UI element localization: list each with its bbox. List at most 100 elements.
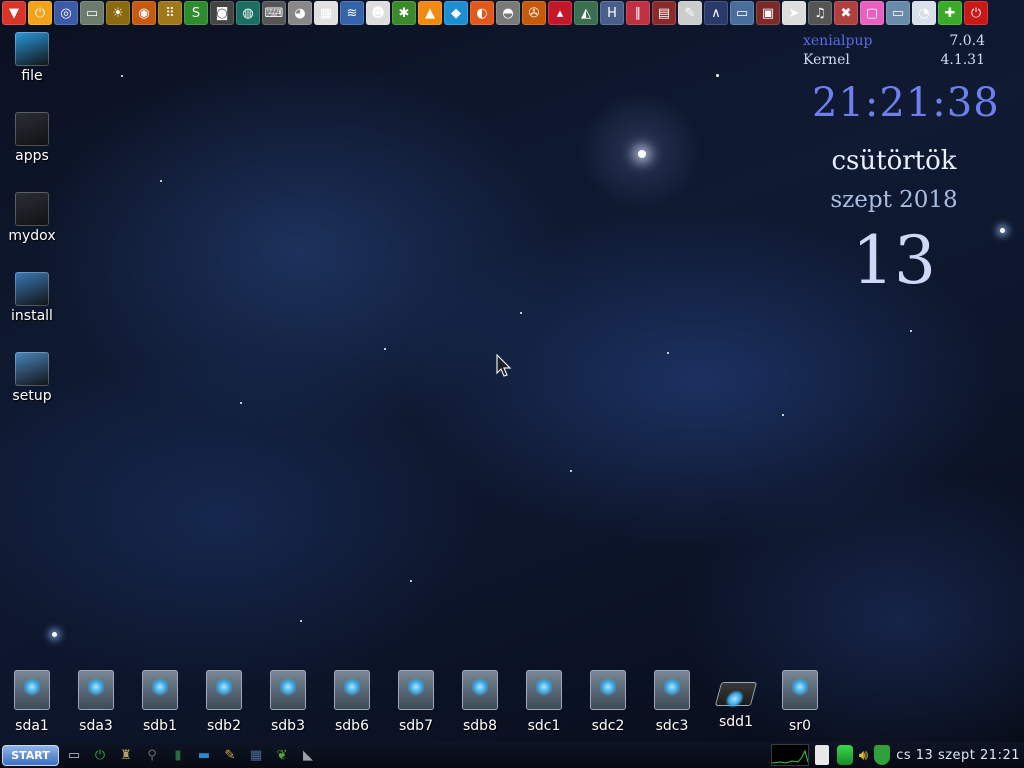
pointer-icon[interactable]: ➤ bbox=[782, 1, 806, 25]
network-wizard-icon[interactable]: ◎ bbox=[54, 1, 78, 25]
notepad-icon[interactable]: ✎ bbox=[678, 1, 702, 25]
terminal-icon[interactable]: ▮ bbox=[167, 744, 189, 766]
kodi-icon[interactable]: ◆ bbox=[444, 1, 468, 25]
start-button[interactable]: START bbox=[2, 744, 59, 766]
green-puzzle-icon[interactable]: ✚ bbox=[938, 1, 962, 25]
file-icon bbox=[15, 32, 49, 66]
cd-burner-icon[interactable]: ◉ bbox=[132, 1, 156, 25]
monitor-graph-icon[interactable]: ◭ bbox=[574, 1, 598, 25]
star bbox=[52, 632, 57, 637]
drive-sdc2[interactable]: sdc2 bbox=[577, 668, 639, 734]
leaf-icon[interactable]: ❦ bbox=[271, 744, 293, 766]
drive-icon[interactable]: ▭ bbox=[80, 1, 104, 25]
tools-hat-icon[interactable]: ♜ bbox=[115, 744, 137, 766]
monitor-icon[interactable]: ▬ bbox=[193, 744, 215, 766]
drive-label: sdc3 bbox=[655, 718, 689, 734]
h2-icon[interactable]: H bbox=[600, 1, 624, 25]
star bbox=[160, 180, 162, 182]
power-red-icon[interactable]: ⏻ bbox=[964, 1, 988, 25]
star bbox=[716, 74, 719, 77]
power-orange-icon[interactable]: ⏻ bbox=[28, 1, 52, 25]
drive-sdb2[interactable]: sdb2 bbox=[193, 668, 255, 734]
install-icon bbox=[15, 272, 49, 306]
dots-grid-icon[interactable]: ⠿ bbox=[158, 1, 182, 25]
drive-sr0[interactable]: sr0 bbox=[769, 668, 831, 734]
top-launcher-bar: ▼ ⏻ ◎ ▭ ☀ ◉ ⠿ S ◙ ◍ ⌨ ◕ ▦ ≋ ☻ ✱ ▲ ◆ ◐ ◓ ✇ ▴ ◭ H ∥ ▤ ✎ ∧ ▭ ▣ ➤ ♫ ✖ ▢ ▭ ◔ ✚ ⏻ bbox=[0, 0, 1024, 26]
drive-sdb3[interactable]: sdb3 bbox=[257, 668, 319, 734]
image-viewer-icon[interactable]: ▦ bbox=[314, 1, 338, 25]
drive-sdc1[interactable]: sdc1 bbox=[513, 668, 575, 734]
hat-icon[interactable]: ▴ bbox=[548, 1, 572, 25]
drive-status-icon[interactable] bbox=[836, 745, 853, 765]
drive-icon bbox=[782, 670, 818, 710]
drive-sda1[interactable]: sda1 bbox=[1, 668, 63, 734]
volume-icon[interactable]: 🔊︎ bbox=[859, 746, 868, 764]
show-desktop-icon[interactable]: ▭ bbox=[63, 744, 85, 766]
drive-sdb8[interactable]: sdb8 bbox=[449, 668, 511, 734]
screen-record-icon[interactable]: ▣ bbox=[756, 1, 780, 25]
pink-window-icon[interactable]: ▢ bbox=[860, 1, 884, 25]
clipboard-icon[interactable] bbox=[814, 745, 829, 765]
sysinfo-widget: xenialpup 7.0.4 Kernel 4.1.31 bbox=[803, 32, 985, 70]
drive-sdc3[interactable]: sdc3 bbox=[641, 668, 703, 734]
drive-label: sda3 bbox=[79, 718, 113, 734]
camera-icon[interactable]: ◙ bbox=[210, 1, 234, 25]
star bbox=[240, 402, 242, 404]
clock-icon[interactable]: ◔ bbox=[912, 1, 936, 25]
drive-icon bbox=[714, 682, 758, 706]
calculator-icon[interactable]: ▦ bbox=[245, 744, 267, 766]
sun-settings-icon[interactable]: ☀ bbox=[106, 1, 130, 25]
drive-label: sdb3 bbox=[271, 718, 305, 734]
puppy-tools-icon[interactable]: ✇ bbox=[522, 1, 546, 25]
file-manager-icon[interactable]: ✎ bbox=[219, 744, 241, 766]
scanner-icon[interactable]: ⌨ bbox=[262, 1, 286, 25]
drive-sdb6[interactable]: sdb6 bbox=[321, 668, 383, 734]
panda-icon[interactable]: ☻ bbox=[366, 1, 390, 25]
shutdown-arrow-icon[interactable]: ▼ bbox=[2, 1, 26, 25]
frog-icon[interactable]: ✱ bbox=[392, 1, 416, 25]
browser-pro-icon[interactable]: ◓ bbox=[496, 1, 520, 25]
star bbox=[410, 580, 412, 582]
distro-version: 7.0.4 bbox=[949, 33, 985, 49]
drive-icon bbox=[142, 670, 178, 710]
lambda-icon[interactable]: ∧ bbox=[704, 1, 728, 25]
drive-sdb7[interactable]: sdb7 bbox=[385, 668, 447, 734]
desktop-icon-apps[interactable]: apps bbox=[4, 112, 60, 164]
globe-icon[interactable]: ◍ bbox=[236, 1, 260, 25]
s-app-icon[interactable]: S bbox=[184, 1, 208, 25]
drive-sda3[interactable]: sda3 bbox=[65, 668, 127, 734]
desktop-clock-month-year: szept 2018 bbox=[830, 187, 958, 213]
kernel-version: 4.1.31 bbox=[940, 52, 985, 68]
firewall-shield-icon[interactable] bbox=[874, 745, 891, 765]
desktop-clock-weekday: csütörtök bbox=[831, 146, 957, 176]
desktop-icon-file[interactable]: file bbox=[4, 32, 60, 84]
magnifier-icon[interactable]: ⚲ bbox=[141, 744, 163, 766]
drive-icon bbox=[590, 670, 626, 710]
drive-sdb1[interactable]: sdb1 bbox=[129, 668, 191, 734]
webcam-icon[interactable]: ◕ bbox=[288, 1, 312, 25]
tools-icon[interactable]: ✖ bbox=[834, 1, 858, 25]
mydox-icon bbox=[15, 192, 49, 226]
mixer-icon[interactable]: ♫ bbox=[808, 1, 832, 25]
drive-label: sr0 bbox=[789, 718, 811, 734]
desktop-icon-install[interactable]: install bbox=[4, 272, 60, 324]
drive-sdd1[interactable]: sdd1 bbox=[705, 668, 767, 730]
power-icon[interactable]: ⏻ bbox=[89, 744, 111, 766]
eraser-icon[interactable]: ◣ bbox=[297, 744, 319, 766]
vlc-icon[interactable]: ▲ bbox=[418, 1, 442, 25]
pencils-icon[interactable]: ∥ bbox=[626, 1, 650, 25]
book-icon[interactable]: ▤ bbox=[652, 1, 676, 25]
desktop-icon-label: file bbox=[21, 68, 43, 84]
cpu-graph[interactable] bbox=[770, 744, 809, 766]
drive-label: sdc1 bbox=[527, 718, 561, 734]
firefox-icon[interactable]: ◐ bbox=[470, 1, 494, 25]
drive-label: sdb8 bbox=[463, 718, 497, 734]
tray-clock[interactable]: cs 13 szept 21:21 bbox=[896, 748, 1020, 763]
desktop-icon-mydox[interactable]: mydox bbox=[4, 192, 60, 244]
printer-icon[interactable]: ▭ bbox=[886, 1, 910, 25]
wifi-icon[interactable]: ≋ bbox=[340, 1, 364, 25]
desktop-icon-label: mydox bbox=[8, 228, 56, 244]
drive-label: sdb2 bbox=[207, 718, 241, 734]
display-icon[interactable]: ▭ bbox=[730, 1, 754, 25]
desktop-icon-setup[interactable]: setup bbox=[4, 352, 60, 404]
